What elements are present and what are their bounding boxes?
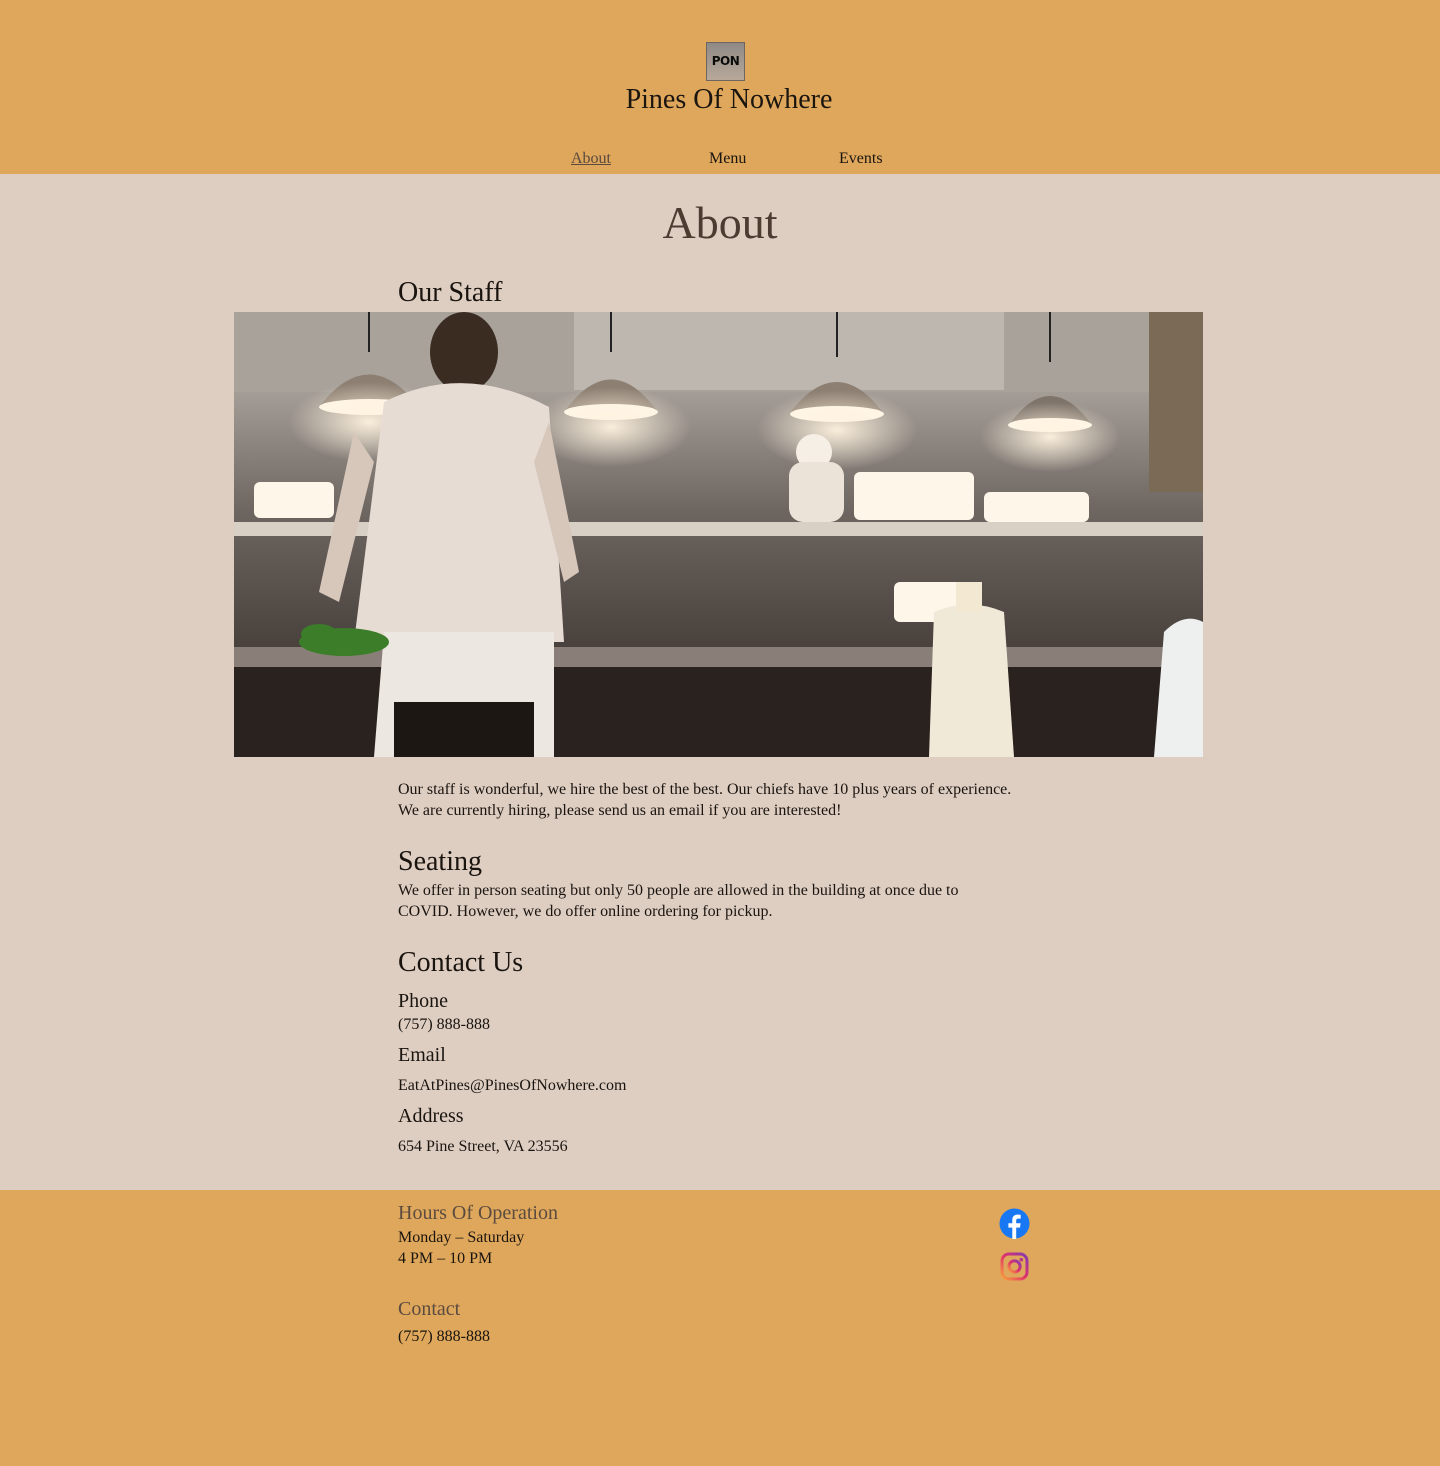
nav-link-events[interactable]: Events — [839, 150, 883, 168]
hours-days: Monday – Saturday — [398, 1229, 525, 1246]
contact-heading: Contact Us — [398, 947, 524, 978]
email-label: Email — [398, 1044, 446, 1066]
kitchen-photo — [234, 312, 1203, 757]
site-footer — [0, 1190, 1440, 1466]
phone-value[interactable]: (757) 888-888 — [398, 1014, 490, 1035]
nav-link-menu[interactable]: Menu — [709, 150, 746, 168]
footer-contact-heading: Contact — [398, 1298, 461, 1320]
seating-text-line-2: COVID. However, we do offer online order… — [398, 903, 773, 920]
phone-label: Phone — [398, 990, 448, 1012]
staff-text-line-2: We are currently hiring, please send us … — [398, 802, 842, 819]
hours-heading: Hours Of Operation — [398, 1202, 558, 1224]
email-value[interactable]: EatAtPines@PinesOfNowhere.com — [398, 1075, 626, 1096]
kitchen-illustration — [234, 312, 1203, 757]
page-title: About — [662, 197, 778, 248]
site-title: Pines Of Nowhere — [625, 84, 833, 115]
seating-text-line-1: We offer in person seating but only 50 p… — [398, 882, 959, 899]
address-value: 654 Pine Street, VA 23556 — [398, 1138, 568, 1155]
site-header: PON Pines Of Nowhere About Menu Events — [0, 0, 1440, 174]
seating-heading: Seating — [398, 846, 482, 877]
instagram-icon[interactable] — [999, 1251, 1030, 1282]
hours-times: 4 PM – 10 PM — [398, 1250, 493, 1267]
footer-contact-phone[interactable]: (757) 888-888 — [398, 1326, 490, 1347]
staff-heading: Our Staff — [398, 277, 503, 308]
address-label: Address — [398, 1105, 464, 1127]
nav-link-about[interactable]: About — [571, 150, 611, 168]
pon-logo[interactable]: PON — [706, 42, 745, 81]
facebook-icon[interactable] — [999, 1208, 1030, 1239]
staff-text-line-1: Our staff is wonderful, we hire the best… — [398, 781, 1012, 798]
